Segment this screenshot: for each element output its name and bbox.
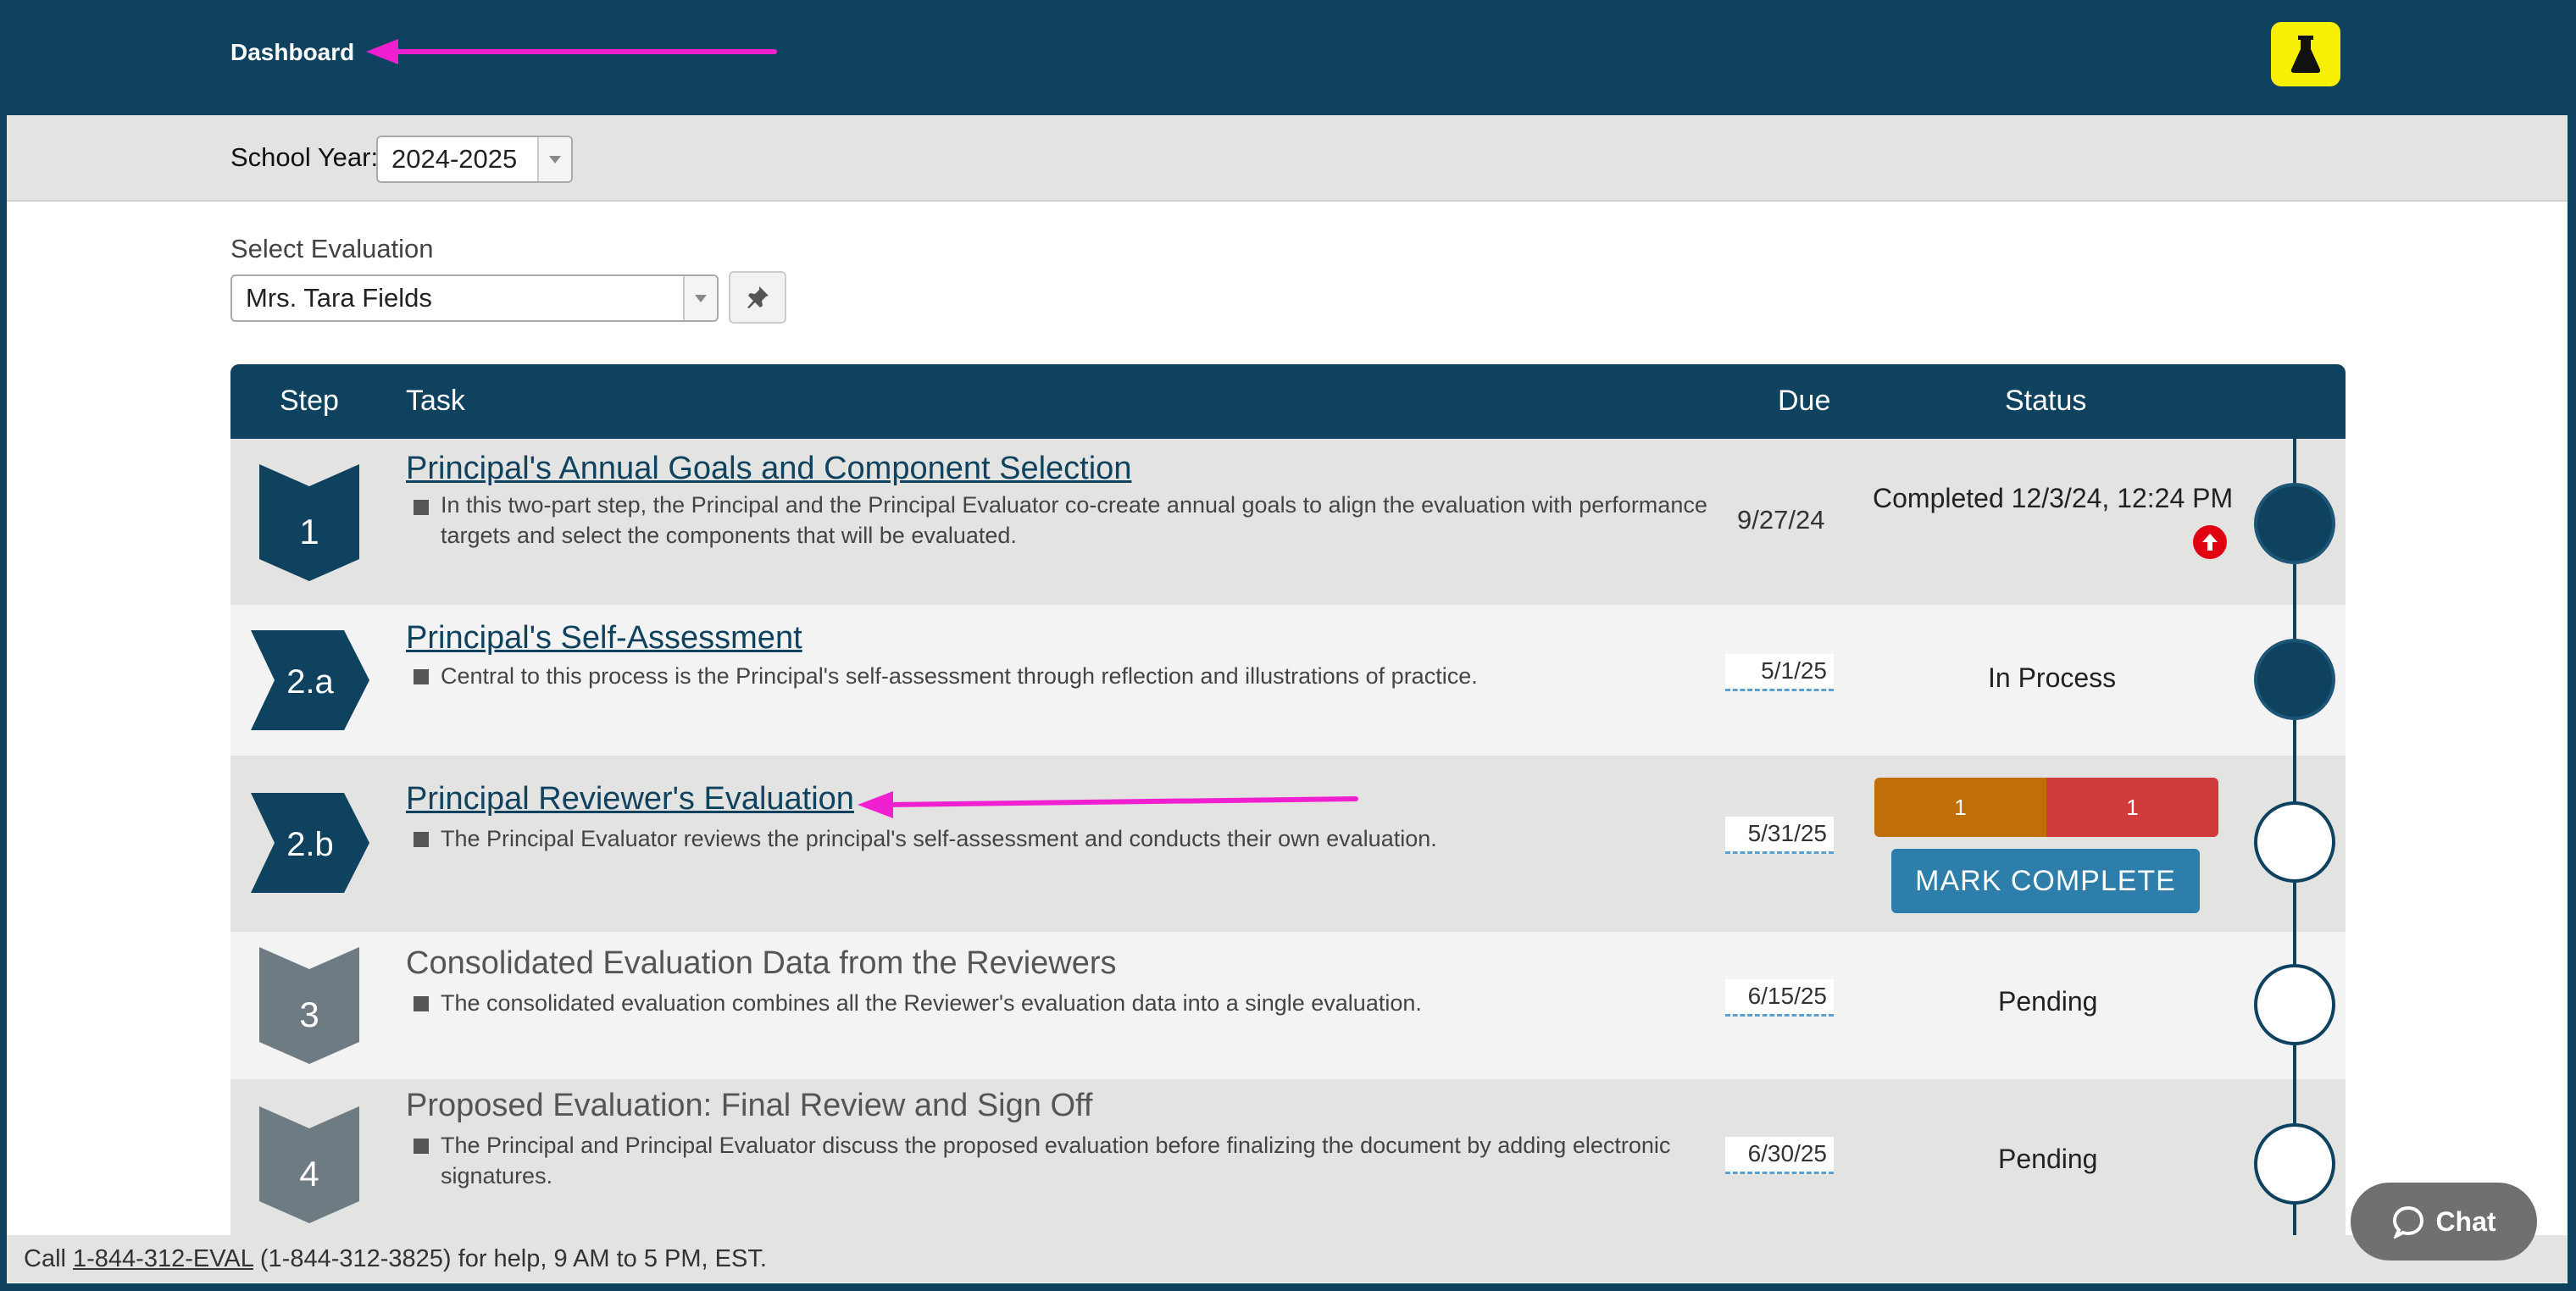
pin-icon xyxy=(747,286,769,308)
status-text: Completed 12/3/24, 12:24 PM xyxy=(1873,483,2234,513)
step-badge: 1 xyxy=(259,464,359,581)
annotation-arrow-reviewer xyxy=(858,791,1358,818)
reopen-arrow-button[interactable] xyxy=(2193,525,2227,559)
task-title: Consolidated Evaluation Data from the Re… xyxy=(406,945,1117,981)
task-description: The Principal Evaluator reviews the prin… xyxy=(441,826,1437,851)
column-task: Task xyxy=(406,385,465,417)
dashboard-link[interactable]: Dashboard xyxy=(230,39,354,66)
task-description: The consolidated evaluation combines all… xyxy=(441,990,1422,1016)
table-row: 2.a Principal's Self-Assessment Central … xyxy=(230,605,2346,756)
arrow-up-icon xyxy=(2202,534,2218,551)
column-due: Due xyxy=(1778,385,1831,417)
beaker-button[interactable] xyxy=(2271,22,2340,86)
status-text: In Process xyxy=(1988,662,2117,693)
due-date-input[interactable]: 6/30/25 xyxy=(1725,1137,1834,1174)
due-date: 9/27/24 xyxy=(1737,505,1825,535)
task-title: Proposed Evaluation: Final Review and Si… xyxy=(406,1088,1093,1123)
task-description: The Principal and Principal Evaluator di… xyxy=(441,1133,1671,1188)
pin-button[interactable] xyxy=(729,271,786,324)
chevron-down-icon xyxy=(683,276,717,320)
progress-segment-red: 1 xyxy=(2046,778,2218,837)
step-badge: 2.b xyxy=(251,793,369,893)
school-year-label: School Year: xyxy=(230,142,379,172)
annotation-arrow-dashboard xyxy=(366,39,777,64)
step-number: 4 xyxy=(299,1154,319,1194)
task-link-reviewer-evaluation[interactable]: Principal Reviewer's Evaluation xyxy=(406,781,854,817)
task-link-goals[interactable]: Principal's Annual Goals and Component S… xyxy=(406,451,1131,487)
progress-segment-orange: 1 xyxy=(1874,778,2046,837)
table-row: 1 Principal's Annual Goals and Component… xyxy=(230,439,2346,605)
help-footer: Call 1-844-312-EVAL (1-844-312-3825) for… xyxy=(7,1235,2568,1283)
table-row: 3 Consolidated Evaluation Data from the … xyxy=(230,932,2346,1079)
bullet-icon xyxy=(414,669,429,684)
bullet-icon xyxy=(414,996,429,1011)
due-date-input[interactable]: 5/1/25 xyxy=(1725,654,1834,691)
school-year-select[interactable]: 2024-2025 xyxy=(376,136,573,183)
timeline-node-pending xyxy=(2254,1123,2335,1205)
timeline-node-complete xyxy=(2254,483,2335,564)
chevron-down-icon xyxy=(537,137,571,181)
table-row: 4 Proposed Evaluation: Final Review and … xyxy=(230,1079,2346,1235)
footer-prefix: Call xyxy=(24,1245,74,1272)
task-table-header: Step Task Due Status xyxy=(230,364,2346,439)
school-year-value: 2024-2025 xyxy=(391,144,518,174)
footer-suffix: (1-844-312-3825) for help, 9 AM to 5 PM,… xyxy=(253,1245,767,1272)
step-number: 3 xyxy=(299,995,319,1034)
task-link-self-assessment[interactable]: Principal's Self-Assessment xyxy=(406,620,802,657)
column-status: Status xyxy=(2005,385,2087,417)
mark-complete-button[interactable]: MARK COMPLETE xyxy=(1891,849,2200,913)
help-phone-link[interactable]: 1-844-312-EVAL xyxy=(73,1245,253,1272)
reviewer-progress-bar[interactable]: 1 1 xyxy=(1874,778,2218,837)
chat-button[interactable]: Chat xyxy=(2351,1183,2537,1261)
bullet-icon xyxy=(414,500,429,515)
chat-bubble-icon xyxy=(2393,1205,2424,1238)
evaluation-select[interactable]: Mrs. Tara Fields xyxy=(230,274,719,322)
bullet-icon xyxy=(414,832,429,847)
select-evaluation-label: Select Evaluation xyxy=(230,234,434,263)
task-description: Central to this process is the Principal… xyxy=(441,663,1478,689)
task-description: In this two-part step, the Principal and… xyxy=(441,492,1707,548)
column-step: Step xyxy=(280,385,339,417)
chat-label: Chat xyxy=(2435,1205,2496,1237)
step-badge: 3 xyxy=(259,947,359,1064)
due-date-input[interactable]: 6/15/25 xyxy=(1725,979,1834,1017)
timeline-node-open xyxy=(2254,801,2335,883)
timeline-node-pending xyxy=(2254,964,2335,1045)
step-number: 2.a xyxy=(286,663,334,701)
beaker-icon xyxy=(2290,36,2321,73)
step-number: 2.b xyxy=(286,826,334,863)
due-date-input[interactable]: 5/31/25 xyxy=(1725,817,1834,854)
step-badge: 2.a xyxy=(251,630,369,730)
bullet-icon xyxy=(414,1139,429,1154)
status-text: Pending xyxy=(1998,986,2098,1017)
step-number: 1 xyxy=(299,512,319,551)
step-badge: 4 xyxy=(259,1106,359,1223)
status-text: Pending xyxy=(1998,1144,2098,1174)
evaluation-value: Mrs. Tara Fields xyxy=(246,283,432,313)
timeline-node-in-process xyxy=(2254,639,2335,720)
